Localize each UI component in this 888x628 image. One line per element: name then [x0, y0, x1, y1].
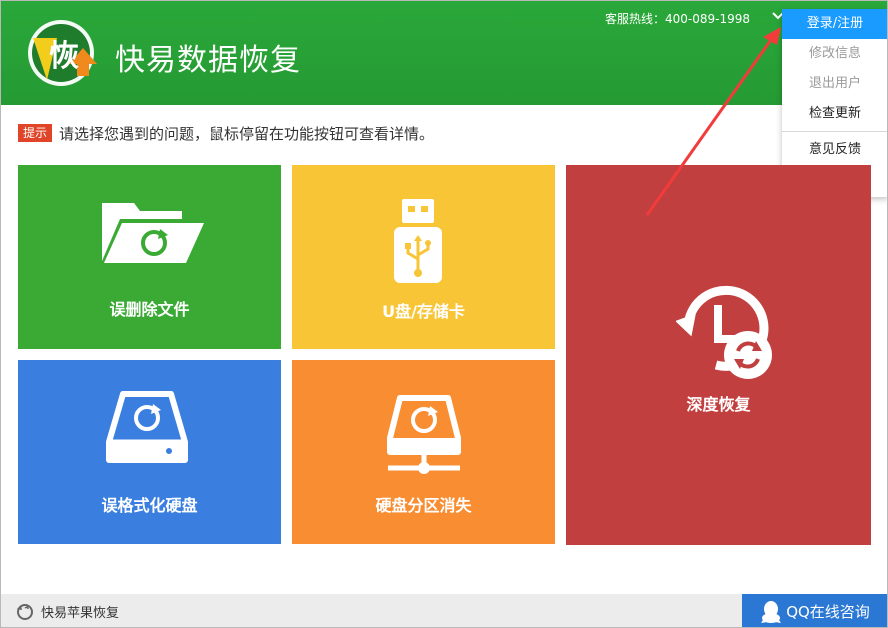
menu-item-login-register[interactable]: 登录/注册 — [782, 9, 887, 39]
tile-formatted-disk[interactable]: 误格式化硬盘 — [18, 360, 281, 544]
tile-label-deep-recovery: 深度恢复 — [686, 395, 751, 414]
tip-badge: 提示 — [18, 124, 53, 142]
tip-text: 请选择您遇到的问题，鼠标停留在功能按钮可查看详情。 — [59, 124, 435, 143]
menu-item-check-update[interactable]: 检查更新 — [782, 99, 887, 129]
tile-deleted-files[interactable]: 误删除文件 — [18, 165, 281, 349]
menu-divider — [782, 131, 887, 132]
app-window: 恢 快易数据恢复 客服热线：400-089-1998 登录/注册 修改信息 退出… — [0, 0, 888, 628]
hard-disk-refresh-icon — [106, 391, 188, 463]
qq-penguin-icon — [761, 600, 782, 623]
history-clock-icon — [676, 285, 772, 379]
tip-bar: 提示 请选择您遇到的问题，鼠标停留在功能按钮可查看详情。 — [18, 123, 434, 143]
apple-recovery-link[interactable]: 快易苹果恢复 — [15, 602, 119, 621]
tile-usb-card[interactable]: U盘/存储卡 — [292, 165, 555, 349]
header-bar: 恢 快易数据恢复 客服热线：400-089-1998 — [1, 1, 887, 105]
tile-deep-recovery[interactable]: 深度恢复 — [566, 165, 871, 545]
logo-icon: 恢 — [28, 20, 97, 86]
qq-consult-label: QQ在线咨询 — [786, 603, 870, 621]
apple-refresh-icon — [17, 603, 33, 620]
qq-consult-button[interactable]: QQ在线咨询 — [742, 594, 887, 627]
menu-item-edit-info[interactable]: 修改信息 — [782, 39, 887, 69]
app-logo: 恢 — [19, 18, 105, 88]
logo-char: 恢 — [49, 39, 79, 74]
tile-label-formatted-disk: 误格式化硬盘 — [101, 496, 198, 515]
menu-item-feedback[interactable]: 意见反馈 — [782, 135, 887, 165]
service-hotline: 客服热线：400-089-1998 — [605, 12, 751, 26]
app-title: 快易数据恢复 — [115, 43, 301, 78]
tile-partition-lost[interactable]: 硬盘分区消失 — [292, 360, 555, 544]
tile-label-partition-lost: 硬盘分区消失 — [375, 496, 472, 515]
tile-label-deleted-files: 误删除文件 — [109, 300, 190, 319]
menu-item-logout[interactable]: 退出用户 — [782, 69, 887, 99]
tile-label-usb-card: U盘/存储卡 — [382, 302, 465, 321]
usb-drive-icon — [394, 199, 442, 283]
network-disk-icon — [387, 395, 461, 474]
folder-refresh-icon — [102, 203, 204, 263]
apple-recovery-label: 快易苹果恢复 — [41, 606, 120, 621]
